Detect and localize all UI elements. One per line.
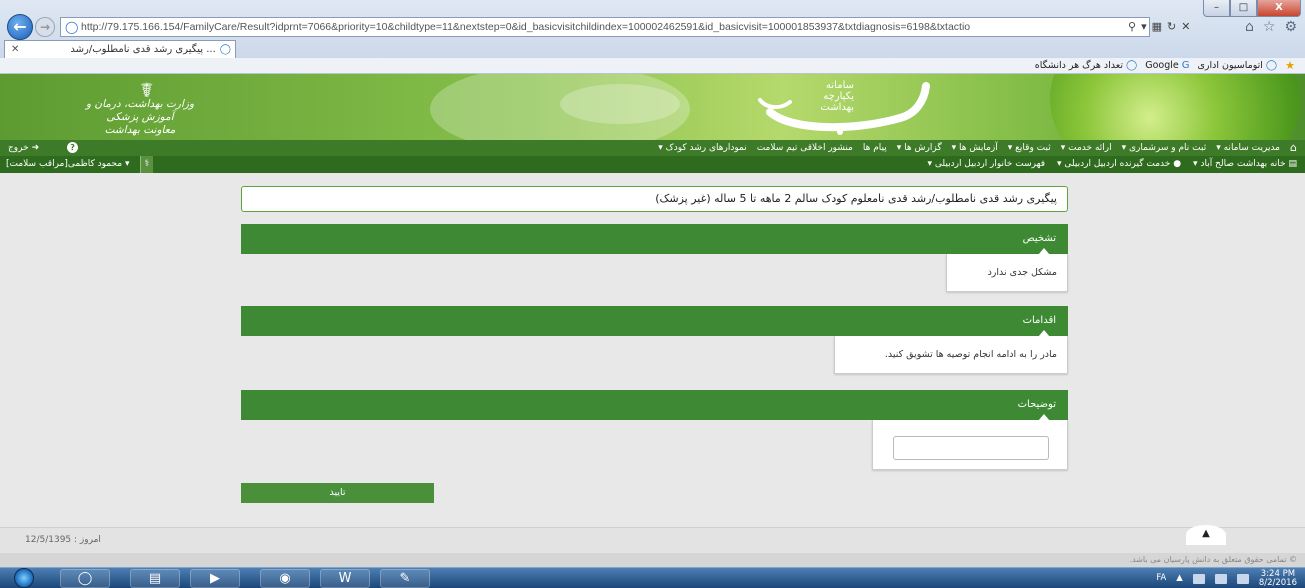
notes-panel-header: توضیحات <box>241 390 1068 421</box>
main-menu-bar: ⌂ مدیریت سامانه ▾ ثبت نام و سرشماری ▾ ار… <box>0 140 1305 156</box>
scroll-top-button[interactable]: ▲ <box>1186 525 1226 545</box>
context-bar: ▤ خانه بهداشت صالح آباد ▾ ● خدمت گیرنده … <box>0 156 1305 173</box>
volume-icon[interactable] <box>1236 573 1249 584</box>
favorite-link-automation[interactable]: ◯ اتوماسیون اداری <box>1197 60 1277 71</box>
ie-page-icon: ◯ <box>65 20 79 34</box>
taskbar-word[interactable]: W <box>320 569 370 588</box>
tray-expand-icon[interactable]: ▲ <box>1176 568 1183 588</box>
menu-events[interactable]: ثبت وقایع ▾ <box>1008 140 1051 156</box>
ie-icon: ◯ <box>1265 60 1278 71</box>
diagnosis-content: مشکل جدی ندارد <box>946 254 1068 292</box>
maximize-button[interactable]: □ <box>1230 0 1257 17</box>
browser-chrome: – □ X ← → ◯ http://79.175.166.154/Family… <box>0 0 1305 60</box>
folder-icon: ▤ <box>148 571 162 586</box>
language-indicator[interactable]: FA <box>1156 568 1166 588</box>
google-icon: G <box>1181 60 1190 71</box>
main-menu-left: خروج ➜ ? <box>8 140 79 156</box>
forward-button[interactable]: → <box>35 17 55 37</box>
word-icon: W <box>338 571 352 586</box>
menu-system-management[interactable]: مدیریت سامانه ▾ <box>1216 140 1280 156</box>
context-menu: ▤ خانه بهداشت صالح آباد ▾ ● خدمت گیرنده … <box>928 156 1298 173</box>
minimize-button[interactable]: – <box>1203 0 1230 17</box>
favorite-link-university[interactable]: ◯ تعداد هرگ هر دانشگاه <box>1035 60 1137 71</box>
taskbar-ie[interactable]: ◯ <box>60 569 110 588</box>
chevron-up-icon: ▲ <box>1202 528 1210 539</box>
menu-ethics-charter[interactable]: منشور اخلاقی تیم سلامت <box>757 140 853 156</box>
windows-taskbar: ◯ ▤ ▶ ◉ W ✎ FA ▲ 3:24 PM 8/2/2016 <box>0 567 1305 588</box>
diagnosis-panel-header: تشخیص <box>241 224 1068 255</box>
apple-graphic <box>1050 74 1300 140</box>
actions-panel-header: اقدامات <box>241 306 1068 337</box>
stethoscope-icon: ⚕ <box>139 156 154 173</box>
gear-icon[interactable]: ⚙ <box>1284 19 1297 35</box>
ministry-name: وزارت بهداشت، درمان و آموزش پزشکی معاونت… <box>85 98 195 136</box>
banner-glow <box>560 84 680 124</box>
home-icon[interactable]: ⌂ <box>1245 19 1254 35</box>
favorites-star-icon[interactable]: ☆ <box>1263 19 1276 35</box>
start-button[interactable] <box>14 568 34 588</box>
building-icon: ▤ <box>1288 159 1297 169</box>
browser-toolbar-right: ⌂ ☆ ⚙ <box>1245 19 1297 35</box>
actions-content: مادر را به ادامه انجام توصیه ها تشویق کن… <box>834 336 1068 374</box>
refresh-icon[interactable]: ↻ <box>1167 17 1176 37</box>
browser-tab[interactable]: ✕ پیگیری رشد قدی نامطلوب/رشد ... ◯ <box>4 40 236 58</box>
tab-close-icon[interactable]: ✕ <box>11 44 19 55</box>
flag-icon[interactable] <box>1192 573 1205 584</box>
tab-title: پیگیری رشد قدی نامطلوب/رشد ... <box>70 44 216 55</box>
app-title: سامانه یکپارچه بهداشت <box>820 80 854 113</box>
favorites-bar: ★ ◯ اتوماسیون اداری G Google ◯ تعداد هرگ هر… <box>0 58 1305 74</box>
network-icon[interactable] <box>1214 573 1227 584</box>
menu-provide-service[interactable]: ارائه خدمت ▾ <box>1061 140 1112 156</box>
page-footer: امروز : 12/5/1395 <box>0 527 1305 553</box>
window-controls: – □ X <box>1203 0 1301 17</box>
taskbar-explorer[interactable]: ▤ <box>130 569 180 588</box>
confirm-button[interactable]: تایید <box>241 483 434 503</box>
menu-registration[interactable]: ثبت نام و سرشماری ▾ <box>1122 140 1207 156</box>
today-date: امروز : 12/5/1395 <box>25 535 101 545</box>
stop-icon[interactable]: ✕ <box>1181 17 1190 37</box>
context-family-list[interactable]: فهرست خانوار اردبیل اردبیلی ▾ <box>928 156 1046 173</box>
ie-icon: ◯ <box>1126 60 1138 71</box>
back-button[interactable]: ← <box>7 14 33 40</box>
menu-growth-charts[interactable]: نمودارهای رشد کودک ▾ <box>658 140 746 156</box>
menu-tests[interactable]: آزمایش ها ▾ <box>952 140 998 156</box>
address-bar[interactable]: ◯ http://79.175.166.154/FamilyCare/Resul… <box>60 17 1150 37</box>
copyright-text: © تمامی حقوق متعلق به دانش پارسیان می با… <box>0 553 1305 567</box>
taskbar-media-player[interactable]: ▶ <box>190 569 240 588</box>
chrome-icon: ◉ <box>279 571 291 586</box>
context-service-recipient[interactable]: ● خدمت گیرنده اردبیل اردبیلی ▾ <box>1057 156 1181 173</box>
user-menu[interactable]: محمود کاظمی[مراقب سلامت] ▾ ⚕ <box>6 156 154 173</box>
url-text[interactable]: http://79.175.166.154/FamilyCare/Result?… <box>81 21 970 33</box>
help-icon[interactable]: ? <box>67 142 79 153</box>
clock[interactable]: 3:24 PM 8/2/2016 <box>1259 569 1297 588</box>
person-icon: ● <box>1173 159 1182 169</box>
address-tools: ⚲ ▾ ▦ ↻ ✕ <box>1128 17 1190 37</box>
menu-messages[interactable]: پیام ها <box>863 140 887 156</box>
play-icon: ▶ <box>210 571 220 586</box>
ie-tab-icon: ◯ <box>219 44 231 55</box>
exit-link[interactable]: خروج ➜ <box>8 140 39 156</box>
notes-input[interactable] <box>893 436 1049 460</box>
search-icon[interactable]: ⚲ <box>1128 17 1136 37</box>
favorites-star-icon[interactable]: ★ <box>1285 59 1295 72</box>
compat-view-icon[interactable]: ▦ <box>1152 17 1162 37</box>
dropdown-icon[interactable]: ▾ <box>1141 17 1147 37</box>
menu-reports[interactable]: گزارش ها ▾ <box>897 140 942 156</box>
favorite-link-google[interactable]: G Google <box>1145 60 1189 71</box>
paint-icon: ✎ <box>399 571 411 586</box>
sign-out-icon: ➜ <box>31 143 40 153</box>
site-banner: ☤ وزارت بهداشت، درمان و آموزش پزشکی معاو… <box>0 74 1305 140</box>
main-menu: ⌂ مدیریت سامانه ▾ ثبت نام و سرشماری ▾ ار… <box>658 140 1297 156</box>
close-window-button[interactable]: X <box>1257 0 1301 17</box>
taskbar-paint[interactable]: ✎ <box>380 569 430 588</box>
taskbar-chrome[interactable]: ◉ <box>260 569 310 588</box>
system-tray: FA ▲ 3:24 PM 8/2/2016 <box>1156 568 1297 588</box>
home-icon[interactable]: ⌂ <box>1290 140 1297 156</box>
context-health-house[interactable]: ▤ خانه بهداشت صالح آباد ▾ <box>1193 156 1297 173</box>
ie-icon: ◯ <box>77 571 93 586</box>
user-name: محمود کاظمی[مراقب سلامت] ▾ <box>6 159 130 169</box>
page-title: پیگیری رشد قدی نامطلوب/رشد قدی نامعلوم ک… <box>241 186 1068 212</box>
